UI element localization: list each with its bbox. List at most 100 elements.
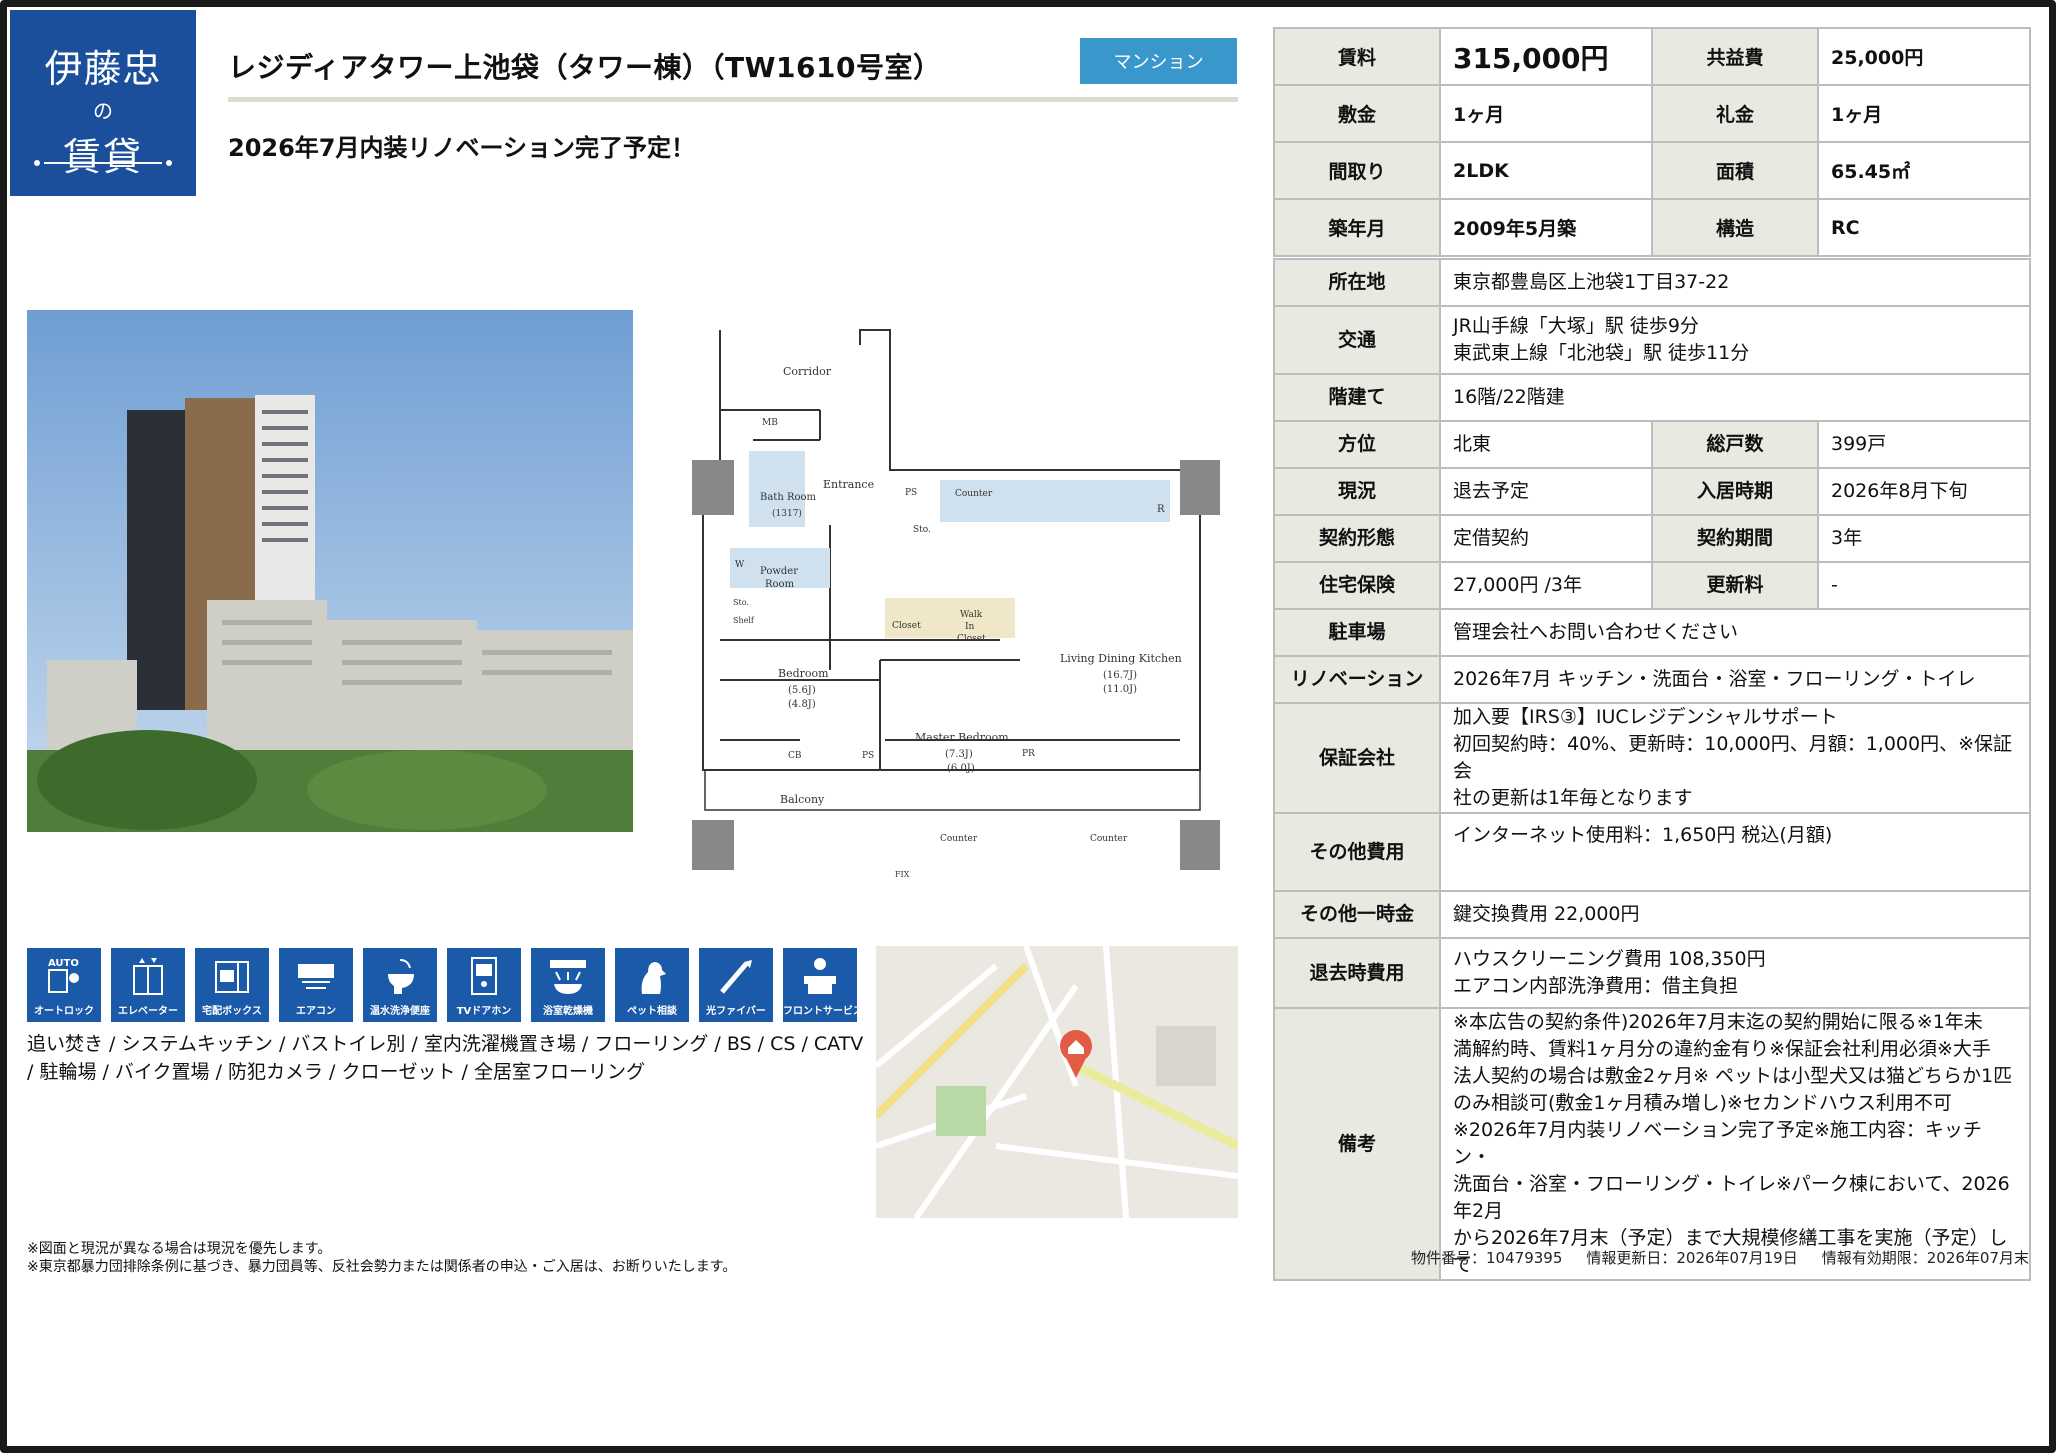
guarantor-line-1: 加入要【IRS③】IUCレジデンシャルサポート bbox=[1453, 706, 1838, 728]
fp-bath-size: (1317) bbox=[772, 508, 802, 519]
fp-corridor: Corridor bbox=[783, 365, 832, 378]
brand-logo[interactable]: 伊藤忠 の 賃貸 bbox=[10, 10, 196, 196]
guarantor-label: 保証会社 bbox=[1273, 702, 1441, 814]
insurance-value: 27,000円 /3年 bbox=[1439, 561, 1653, 610]
contract-period-value: 3年 bbox=[1817, 514, 2031, 563]
guarantor-line-2: 初回契約時：40%、更新時：10,000円、月額：1,000円、※保証会 bbox=[1453, 733, 2013, 782]
fp-ldk: Living Dining Kitchen bbox=[1060, 652, 1182, 665]
transport-line-1: JR山手線「大塚」駅 徒歩9分 bbox=[1453, 315, 1699, 337]
location-map[interactable] bbox=[876, 946, 1238, 1218]
amenity-label: 温水洗浄便座 bbox=[370, 1006, 430, 1017]
fp-fix: FIX bbox=[895, 870, 910, 879]
direction-value: 北東 bbox=[1439, 420, 1653, 469]
fp-entrance: Entrance bbox=[823, 478, 874, 491]
renewal-label: 更新料 bbox=[1651, 561, 1819, 610]
remarks-line: ※2026年7月内装リノベーション完了予定※施工内容：キッチン・ bbox=[1453, 1119, 1982, 1168]
fp-wic-2: In bbox=[965, 622, 975, 632]
mgmt-fee-value: 25,000円 bbox=[1817, 27, 2031, 86]
fp-r: R bbox=[1157, 504, 1165, 515]
transport-label: 交通 bbox=[1273, 305, 1441, 375]
status-label: 現況 bbox=[1273, 467, 1441, 516]
structure-label: 構造 bbox=[1651, 198, 1819, 257]
fp-sto: Sto. bbox=[913, 525, 931, 535]
area-value: 65.45㎡ bbox=[1817, 141, 2031, 200]
built-label: 築年月 bbox=[1273, 198, 1441, 257]
key-money-label: 礼金 bbox=[1651, 84, 1819, 143]
built-value: 2009年5月築 bbox=[1439, 198, 1653, 257]
toilet-icon: 温水洗浄便座 bbox=[363, 948, 437, 1022]
contract-type-value: 定借契約 bbox=[1439, 514, 1653, 563]
amenity-label: 光ファイバー bbox=[706, 1006, 766, 1017]
fp-wic-3: Closet bbox=[957, 634, 986, 644]
fp-ldk-j: (16.7J) bbox=[1103, 670, 1137, 681]
auto-text: AUTO bbox=[48, 958, 79, 969]
floor-value: 16階/22階建 bbox=[1439, 373, 2031, 422]
floor-label: 階建て bbox=[1273, 373, 1441, 422]
fp-ps2: PS bbox=[862, 751, 874, 761]
fp-bedroom: Bedroom bbox=[778, 667, 829, 680]
other-fee-label: その他費用 bbox=[1273, 812, 1441, 892]
elevator-icon: エレベーター bbox=[111, 948, 185, 1022]
fp-bath: Bath Room bbox=[760, 492, 817, 503]
fp-bedroom-j: (5.6J) bbox=[788, 685, 816, 696]
amenity-icons: AUTO オートロック エレベーター 宅配ボックス エアコン 温水洗浄便座 TV… bbox=[27, 948, 863, 1022]
bathroom-dryer-icon: 浴室乾燥機 bbox=[531, 948, 605, 1022]
transport-value: JR山手線「大塚」駅 徒歩9分 東武東上線「北池袋」駅 徒歩11分 bbox=[1439, 305, 2031, 375]
mgmt-fee-label: 共益費 bbox=[1651, 27, 1819, 86]
contract-period-label: 契約期間 bbox=[1651, 514, 1819, 563]
fp-counter-top: Counter bbox=[955, 489, 993, 499]
autolock-icon: AUTO オートロック bbox=[27, 948, 101, 1022]
renovation-label: リノベーション bbox=[1273, 655, 1441, 704]
floor-plan[interactable]: Corridor MB Bath Room (1317) Entrance Co… bbox=[636, 310, 1240, 885]
units-label: 総戸数 bbox=[1651, 420, 1819, 469]
fp-ps: PS bbox=[905, 488, 917, 498]
fp-sto2: Sto. bbox=[733, 598, 749, 607]
parking-label: 駐車場 bbox=[1273, 608, 1441, 657]
remarks-line: 洗面台・浴室・フローリング・トイレ※パーク棟において、2026年2月 bbox=[1453, 1173, 2010, 1222]
amenity-label: ペット相談 bbox=[627, 1006, 677, 1017]
rent-label: 賃料 bbox=[1273, 27, 1441, 86]
remarks-line: 法人契約の場合は敷金2ヶ月※ ペットは小型犬又は猫どちらか1匹 bbox=[1453, 1065, 2013, 1087]
feature-line-1: 追い焚き / システムキッチン / バストイレ別 / 室内洗濯機置き場 / フロ… bbox=[27, 1033, 864, 1055]
delivery-box-icon: 宅配ボックス bbox=[195, 948, 269, 1022]
property-type-badge: マンション bbox=[1080, 38, 1237, 84]
logo-text-2: の bbox=[93, 99, 113, 123]
layout-label: 間取り bbox=[1273, 141, 1441, 200]
insurance-label: 住宅保険 bbox=[1273, 561, 1441, 610]
key-money-value: 1ヶ月 bbox=[1817, 84, 2031, 143]
feature-line-2: / 駐輪場 / バイク置場 / 防犯カメラ / クローゼット / 全居室フローリ… bbox=[27, 1061, 645, 1083]
updated-date: 情報更新日：2026年07月19日 bbox=[1586, 1249, 1798, 1267]
remarks-line: ※本広告の契約条件)2026年7月末迄の契約開始に限る※1年未 bbox=[1453, 1011, 1983, 1033]
note-2: ※東京都暴力団排除条例に基づき、暴力団員等、反社会勢力または関係者の申込・ご入居… bbox=[27, 1259, 737, 1275]
guarantor-line-3: 社の更新は1年毎となります bbox=[1453, 787, 1693, 809]
catch-copy: 2026年7月内装リノベーション完了予定！ bbox=[228, 134, 696, 162]
amenity-label: エレベーター bbox=[118, 1006, 178, 1017]
transport-line-2: 東武東上線「北池袋」駅 徒歩11分 bbox=[1453, 342, 1750, 364]
building-photo[interactable] bbox=[27, 310, 633, 832]
layout-value: 2LDK bbox=[1439, 141, 1653, 200]
fp-room: Room bbox=[765, 579, 795, 590]
front-service-icon: フロントサービス bbox=[783, 948, 863, 1022]
fp-pr: PR bbox=[1022, 749, 1035, 759]
amenity-label: フロントサービス bbox=[783, 1006, 863, 1017]
logo-text-1: 伊藤忠 bbox=[44, 47, 162, 91]
area-label: 面積 bbox=[1651, 141, 1819, 200]
amenity-label: 浴室乾燥機 bbox=[543, 1006, 593, 1017]
deposit-label: 敷金 bbox=[1273, 84, 1441, 143]
fp-ldk-m: (11.0J) bbox=[1103, 684, 1137, 695]
guarantor-value: 加入要【IRS③】IUCレジデンシャルサポート 初回契約時：40%、更新時：10… bbox=[1439, 702, 2031, 814]
rent-value: 315,000円 bbox=[1439, 27, 1653, 86]
logo-text-3: 賃貸 bbox=[62, 135, 143, 179]
remarks-line: のみ相談可(敷金1ヶ月積み増し)※セカンドハウス利用不可 bbox=[1453, 1092, 1952, 1114]
renewal-value: - bbox=[1817, 561, 2031, 610]
property-detail-table: 所在地 東京都豊島区上池袋1丁目37-22 交通 JR山手線「大塚」駅 徒歩9分… bbox=[1273, 258, 2031, 1281]
fp-counter-b2: Counter bbox=[1090, 834, 1128, 844]
deposit-value: 1ヶ月 bbox=[1439, 84, 1653, 143]
move-in-label: 入居時期 bbox=[1651, 467, 1819, 516]
fp-w: W bbox=[735, 560, 745, 570]
fp-cb: CB bbox=[788, 751, 802, 761]
expiry-date: 情報有効期限：2026年07月末 bbox=[1821, 1249, 2029, 1267]
price-summary-table: 賃料 315,000円 共益費 25,000円 敷金 1ヶ月 礼金 1ヶ月 間取… bbox=[1273, 27, 2031, 257]
fp-master: Master Bedroom bbox=[915, 731, 1009, 744]
pet-icon: ペット相談 bbox=[615, 948, 689, 1022]
